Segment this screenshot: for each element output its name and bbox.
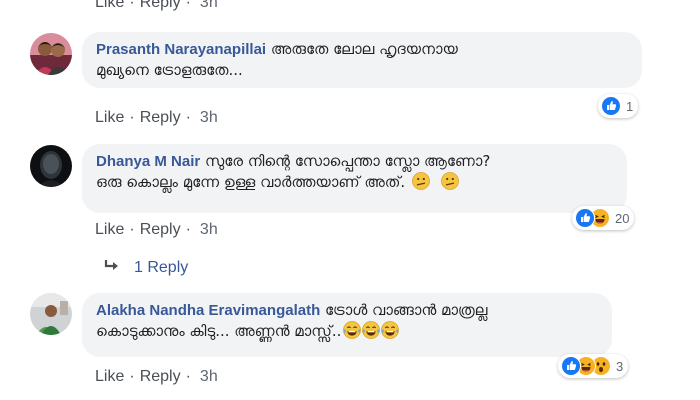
confused-face-icon bbox=[412, 172, 430, 196]
like-link[interactable]: Like bbox=[95, 0, 124, 11]
comment-actions: Like · Reply · 3h bbox=[95, 109, 218, 126]
comment-text: അരുതേ ലോല ഹൃദയനായ bbox=[270, 40, 458, 58]
tears-of-joy-icon bbox=[381, 321, 399, 345]
comment-actions: Like · Reply · 3h bbox=[95, 368, 218, 385]
comment-author[interactable]: Alakha Nandha Eravimangalath bbox=[96, 302, 320, 319]
avatar[interactable] bbox=[30, 145, 72, 187]
reply-arrow-icon bbox=[104, 258, 120, 277]
tears-of-joy-icon bbox=[343, 321, 361, 345]
timestamp[interactable]: 3h bbox=[200, 368, 218, 385]
timestamp[interactable]: 3h bbox=[200, 221, 218, 238]
reaction-count: 1 bbox=[626, 98, 634, 114]
reactions-summary[interactable]: 20 bbox=[572, 206, 635, 230]
replies-count-link[interactable]: 1 Reply bbox=[134, 259, 188, 277]
timestamp[interactable]: 3h bbox=[200, 0, 218, 11]
comment-bubble: Dhanya M Nair സുരേ നിന്റെ സോപ്പെന്താ സ്ല… bbox=[82, 144, 627, 213]
reaction-count: 3 bbox=[616, 358, 624, 374]
reply-link[interactable]: Reply bbox=[140, 368, 181, 385]
comment-bubble: Alakha Nandha Eravimangalath ട്രോൾ വാങ്ങ… bbox=[82, 293, 612, 357]
reply-link[interactable]: Reply bbox=[140, 221, 181, 238]
comment-text: മുഖ്യനെ ട്രോളരുതേ... bbox=[96, 61, 243, 79]
reactions-summary[interactable]: 1 bbox=[598, 94, 639, 118]
like-reaction-icon bbox=[575, 208, 595, 228]
like-reaction-icon bbox=[601, 96, 621, 116]
comment-actions: Like · Reply · 3h bbox=[95, 221, 218, 238]
like-link[interactable]: Like bbox=[95, 368, 124, 385]
reaction-count: 20 bbox=[615, 210, 630, 226]
timestamp[interactable]: 3h bbox=[200, 109, 218, 126]
tears-of-joy-icon bbox=[362, 321, 380, 345]
like-link[interactable]: Like bbox=[95, 109, 124, 126]
reply-link[interactable]: Reply bbox=[140, 0, 181, 11]
confused-face-icon bbox=[441, 172, 459, 196]
like-link[interactable]: Like bbox=[95, 221, 124, 238]
comment-text: ഒരു കൊല്ലം മുന്നേ ഉള്ള വാർത്തയാണ് അത്. bbox=[96, 173, 406, 191]
view-replies[interactable]: 1 Reply bbox=[104, 258, 188, 277]
top-comment-actions: Like · Reply · 3h bbox=[95, 0, 218, 12]
like-reaction-icon bbox=[561, 356, 581, 376]
avatar[interactable] bbox=[30, 293, 72, 335]
comment-author[interactable]: Dhanya M Nair bbox=[96, 153, 200, 170]
comment-bubble: Prasanth Narayanapillai അരുതേ ലോല ഹൃദയനാ… bbox=[82, 32, 642, 88]
comment-text: ട്രോൾ വാങ്ങാൻ മാത്രല്ല bbox=[325, 301, 488, 319]
comment-text: കൊടുക്കാനും കിടു... അണ്ണൻ മാസ്സ്.. bbox=[96, 322, 342, 340]
reply-link[interactable]: Reply bbox=[140, 109, 181, 126]
reactions-summary[interactable]: 3 bbox=[558, 354, 629, 378]
avatar[interactable] bbox=[30, 33, 72, 75]
comment-text: സുരേ നിന്റെ സോപ്പെന്താ സ്ലോ ആണോ? bbox=[204, 152, 491, 170]
comment-author[interactable]: Prasanth Narayanapillai bbox=[96, 41, 266, 58]
